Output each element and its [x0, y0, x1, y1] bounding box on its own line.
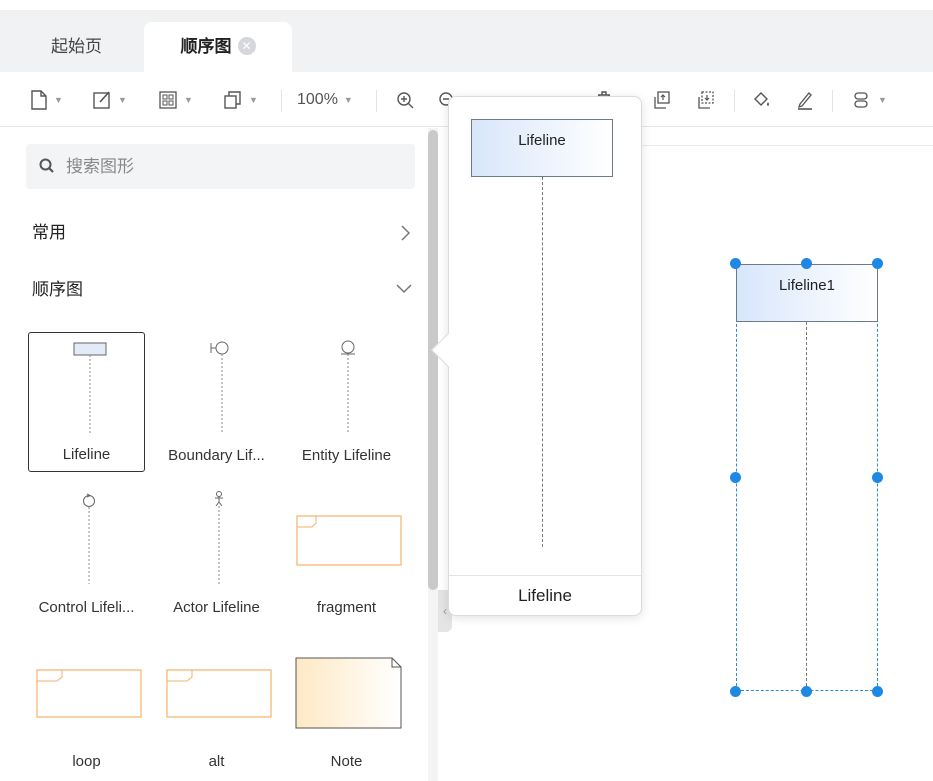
tab-start-page[interactable]: 起始页 — [14, 22, 139, 72]
shape-label: Lifeline — [62, 446, 111, 463]
alt-thumbnail — [166, 669, 272, 718]
new-file-icon — [31, 90, 47, 110]
popover-title: Lifeline — [518, 586, 572, 605]
shape-search-input[interactable]: 搜索图形 — [26, 144, 415, 189]
shape-entity-lifeline[interactable]: Entity Lifeline — [288, 332, 405, 472]
new-file-button[interactable]: ▼ — [30, 88, 63, 112]
shape-loop[interactable]: loop — [28, 638, 145, 778]
copy-icon — [224, 91, 241, 109]
line-color-icon — [797, 91, 812, 110]
section-label: 常用 — [32, 223, 66, 242]
resize-handle-left[interactable] — [730, 472, 741, 483]
section-sequence-diagram[interactable]: 顺序图 — [32, 275, 417, 305]
selection-outline — [736, 264, 878, 691]
zoom-level: 100% — [297, 91, 338, 109]
tab-label: 顺序图 — [180, 37, 232, 56]
lifeline1-label: Lifeline1 — [779, 277, 835, 294]
fragment-thumbnail — [296, 515, 402, 566]
popover-footer: Lifeline — [449, 575, 641, 615]
shape-label: fragment — [316, 599, 377, 616]
resize-handle-top[interactable] — [801, 258, 812, 269]
loop-thumbnail — [36, 669, 142, 718]
resize-handle-top-left[interactable] — [730, 258, 741, 269]
search-placeholder: 搜索图形 — [66, 157, 134, 176]
shape-alt[interactable]: alt — [158, 638, 275, 778]
shape-label: loop — [72, 753, 101, 770]
shape-boundary-lifeline[interactable]: Boundary Lif... — [158, 332, 275, 472]
tab-label: 起始页 — [51, 37, 102, 56]
more-button[interactable]: ▼ — [852, 88, 887, 112]
fill-icon — [754, 91, 769, 106]
resize-handle-bottom[interactable] — [801, 686, 812, 697]
zoom-in-icon — [397, 92, 414, 109]
resize-handle-bottom-right[interactable] — [872, 686, 883, 697]
boundary-lifeline-thumbnail — [210, 341, 229, 432]
shape-actor-lifeline[interactable]: Actor Lifeline — [158, 484, 275, 624]
send-back-button[interactable] — [696, 88, 716, 112]
control-lifeline-thumbnail — [83, 493, 95, 584]
line-color-button[interactable] — [795, 88, 815, 112]
lifeline1-header[interactable]: Lifeline1 — [736, 264, 878, 322]
shape-fragment[interactable]: fragment — [288, 484, 405, 624]
shape-label: Control Lifeli... — [38, 599, 135, 616]
preview-lifeline-line — [542, 177, 543, 547]
tab-sequence-diagram[interactable]: 顺序图 ✕ — [144, 22, 292, 72]
shape-note[interactable]: Note — [288, 638, 405, 778]
zoom-in-button[interactable] — [395, 88, 415, 112]
toolbar-divider — [734, 90, 735, 112]
send-back-icon — [698, 91, 714, 109]
search-icon — [39, 158, 54, 173]
shape-control-lifeline[interactable]: Control Lifeli... — [28, 484, 145, 624]
shape-library-panel: 搜索图形 常用 顺序图 Lifeline Boundary Lif... Ent… — [0, 128, 428, 781]
shape-label: Actor Lifeline — [173, 599, 260, 616]
toolbar-divider — [281, 90, 282, 112]
lifeline-thumbnail — [73, 342, 107, 433]
actor-lifeline-thumbnail — [215, 491, 223, 584]
resize-handle-bottom-left[interactable] — [730, 686, 741, 697]
sidebar-scrollbar-thumb[interactable] — [428, 130, 438, 590]
shape-preview-popover: Lifeline Lifeline — [431, 96, 642, 616]
resize-handle-top-right[interactable] — [872, 258, 883, 269]
preview-lifeline-header: Lifeline — [471, 119, 613, 177]
section-common[interactable]: 常用 — [32, 218, 417, 248]
close-icon[interactable]: ✕ — [237, 36, 256, 55]
shape-label: Boundary Lif... — [168, 447, 265, 464]
toolbar-divider — [832, 90, 833, 112]
zoom-select[interactable]: 100% ▼ — [297, 88, 353, 112]
preview-label: Lifeline — [518, 132, 566, 149]
entity-lifeline-thumbnail — [341, 340, 355, 432]
lifeline1-dashed-line[interactable] — [806, 322, 807, 691]
shape-label: Entity Lifeline — [301, 447, 392, 464]
shape-label: alt — [208, 753, 225, 770]
shape-label: Note — [330, 753, 363, 770]
edit-button[interactable]: ▼ — [92, 88, 127, 112]
shape-lifeline[interactable]: Lifeline — [28, 332, 145, 472]
more-icon — [854, 92, 868, 108]
section-label: 顺序图 — [32, 280, 83, 299]
bring-front-icon — [654, 91, 670, 109]
tab-bar: 起始页 顺序图 ✕ — [0, 10, 933, 72]
bring-front-button[interactable] — [652, 88, 672, 112]
note-thumbnail — [295, 657, 402, 729]
toolbar-divider — [376, 90, 377, 112]
edit-icon — [93, 91, 110, 109]
chevron-right-icon — [401, 225, 411, 241]
layout-button[interactable]: ▼ — [158, 88, 193, 112]
chevron-down-icon — [396, 284, 412, 294]
layout-icon — [159, 91, 177, 109]
resize-handle-right[interactable] — [872, 472, 883, 483]
copy-button[interactable]: ▼ — [223, 88, 258, 112]
fill-color-button[interactable] — [752, 88, 772, 112]
